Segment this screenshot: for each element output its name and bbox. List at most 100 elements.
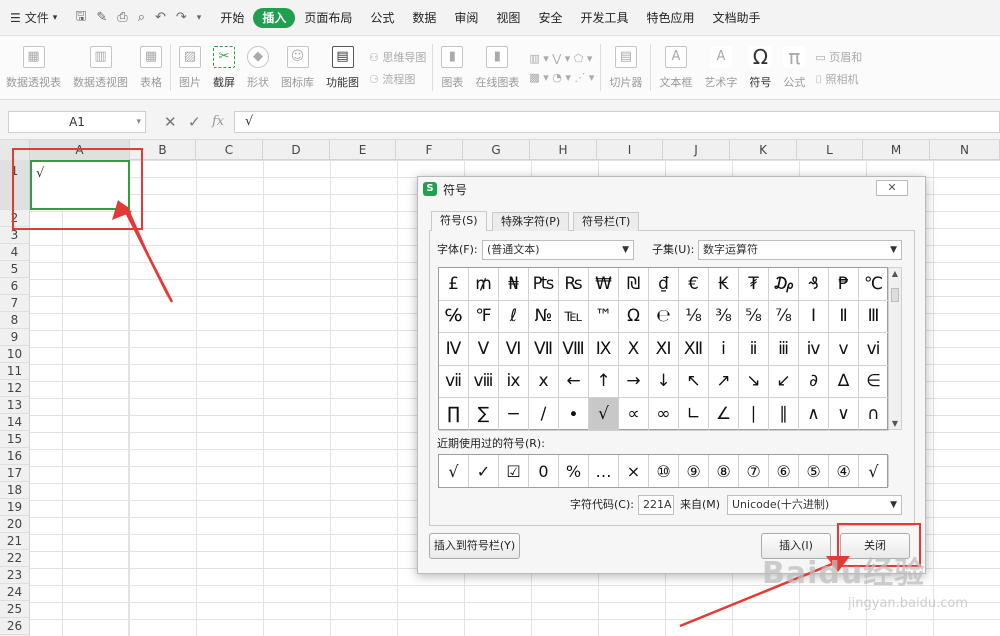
column-header-b[interactable]: B [130, 140, 196, 160]
symbol-cell[interactable]: ₫ [649, 268, 679, 301]
tab-10[interactable]: 文档助手 [703, 8, 769, 28]
symbol-cell[interactable]: ∟ [679, 398, 709, 431]
symbol-cell[interactable]: Ⅲ [859, 300, 889, 333]
symbol-cell[interactable]: ₯ [769, 268, 799, 301]
symbol-cell[interactable]: ℅ [439, 300, 469, 333]
symbol-cell[interactable]: ⅝ [739, 300, 769, 333]
recent-symbol-cell[interactable]: ⑩ [649, 455, 679, 487]
tab-4[interactable]: 数据 [403, 8, 445, 28]
row-header-11[interactable]: 11 [0, 363, 29, 380]
print-icon[interactable]: ⎙ [117, 10, 127, 25]
symbol-cell[interactable]: ↑ [589, 365, 619, 398]
column-header-k[interactable]: K [730, 140, 797, 160]
column-header-h[interactable]: H [530, 140, 597, 160]
symbol-cell[interactable]: Ⅸ [589, 333, 619, 366]
symbol-cell[interactable]: ₭ [709, 268, 739, 301]
header-footer-button[interactable]: ▭ 页眉和 [815, 49, 862, 65]
tab-2[interactable]: 页面布局 [295, 8, 361, 28]
symbol-cell[interactable]: ⅛ [679, 300, 709, 333]
equation-button[interactable]: π 公式 [777, 36, 811, 99]
symbol-cell[interactable]: ∧ [799, 398, 829, 431]
scroll-thumb[interactable] [891, 288, 899, 302]
row-header-25[interactable]: 25 [0, 601, 29, 618]
textbox-button[interactable]: A 文本框 [653, 36, 698, 99]
symbol-cell[interactable]: ↗ [709, 365, 739, 398]
slicer-button[interactable]: ▤ 切片器 [603, 36, 648, 99]
insert-to-symbol-bar-button[interactable]: 插入到符号栏(Y) [429, 533, 520, 559]
symbol-cell[interactable]: Ω [619, 300, 649, 333]
symbol-cell[interactable]: № [529, 300, 559, 333]
symbol-cell[interactable]: ₱ [829, 268, 859, 301]
row-header-16[interactable]: 16 [0, 448, 29, 465]
symbol-cell[interactable]: Ⅷ [559, 333, 589, 366]
fx-icon[interactable]: fx [212, 111, 224, 133]
column-chart-icon[interactable]: ▥ ▾ ⋁ ▾ ⬠ ▾ [529, 52, 594, 65]
tab-7[interactable]: 安全 [529, 8, 571, 28]
symbol-cell[interactable]: ℮ [649, 300, 679, 333]
row-header-21[interactable]: 21 [0, 533, 29, 550]
row-header-13[interactable]: 13 [0, 397, 29, 414]
online-chart-button[interactable]: ▮ 在线图表 [469, 36, 525, 99]
symbol-cell[interactable]: € [679, 268, 709, 301]
symbol-cell[interactable]: ∆ [829, 365, 859, 398]
column-header-e[interactable]: E [330, 140, 396, 160]
symbol-cell[interactable]: ₦ [499, 268, 529, 301]
symbol-cell[interactable]: Ⅵ [499, 333, 529, 366]
camera-button[interactable]: ⌷ 照相机 [815, 71, 862, 87]
row-header-26[interactable]: 26 [0, 618, 29, 635]
symbol-cell[interactable]: ⅜ [709, 300, 739, 333]
symbol-cell[interactable]: Ⅱ [829, 300, 859, 333]
row-header-15[interactable]: 15 [0, 431, 29, 448]
symbol-cell[interactable]: ⅶ [439, 365, 469, 398]
cell-a1[interactable]: √ [30, 160, 130, 210]
print-preview-icon[interactable]: ⌕ [138, 10, 145, 25]
column-header-l[interactable]: L [797, 140, 863, 160]
mindmap-button[interactable]: ⚇ 思维导图 [369, 49, 426, 65]
symbol-cell[interactable]: ₮ [739, 268, 769, 301]
symbol-cell[interactable]: Ⅹ [619, 333, 649, 366]
symbol-button[interactable]: Ω 符号 [743, 36, 777, 99]
row-header-10[interactable]: 10 [0, 346, 29, 363]
save-icon[interactable]: 🖫 [75, 7, 86, 29]
column-header-n[interactable]: N [930, 140, 1000, 160]
row-header-5[interactable]: 5 [0, 261, 29, 278]
column-header-m[interactable]: M [863, 140, 930, 160]
symbol-cell[interactable]: ∑ [469, 398, 499, 431]
row-header-20[interactable]: 20 [0, 516, 29, 533]
char-code-input[interactable]: 221A [638, 495, 674, 515]
row-header-12[interactable]: 12 [0, 380, 29, 397]
close-button[interactable]: 关闭 [840, 533, 910, 559]
recent-symbol-cell[interactable]: ✓ [469, 455, 499, 487]
symbol-cell[interactable]: ⅰ [709, 333, 739, 366]
symbol-cell[interactable]: ↘ [739, 365, 769, 398]
pie-chart-icon[interactable]: ▩ ▾ ◔ ▾ ⋰ ▾ [529, 71, 594, 84]
row-header-4[interactable]: 4 [0, 244, 29, 261]
screenshot-button[interactable]: ✂ 截屏 [207, 36, 241, 99]
scroll-up-icon[interactable]: ▲ [889, 269, 901, 278]
scroll-down-icon[interactable]: ▼ [889, 419, 901, 428]
customize-icon[interactable]: ▾ [197, 13, 202, 23]
dialog-close-icon[interactable]: ✕ [876, 180, 908, 196]
recent-symbol-cell[interactable]: √ [439, 455, 469, 487]
symbol-cell[interactable]: ⅵ [859, 333, 889, 366]
pivot-chart-button[interactable]: ▥ 数据透视图 [67, 36, 134, 99]
symbol-cell[interactable]: ℃ [859, 268, 889, 301]
symbol-cell[interactable]: ← [559, 365, 589, 398]
symbol-cell[interactable]: ∏ [439, 398, 469, 431]
row-header-22[interactable]: 22 [0, 550, 29, 567]
tab-3[interactable]: 公式 [361, 8, 403, 28]
symbol-cell[interactable]: ∈ [859, 365, 889, 398]
recent-symbol-cell[interactable]: % [559, 455, 589, 487]
recent-symbol-cell[interactable]: 0 [529, 455, 559, 487]
tab-special-characters[interactable]: 特殊字符(P) [492, 212, 570, 231]
chart-button[interactable]: ▮ 图表 [435, 36, 469, 99]
row-header-24[interactable]: 24 [0, 584, 29, 601]
column-header-a[interactable]: A [30, 140, 130, 160]
recent-symbol-cell[interactable]: ⑦ [739, 455, 769, 487]
name-box[interactable]: A1 ▾ [8, 111, 146, 133]
formula-input[interactable]: √ [234, 111, 1000, 133]
function-chart-button[interactable]: ▤ 功能图 [320, 36, 365, 99]
check-icon[interactable]: ✓ [188, 111, 201, 133]
tab-0[interactable]: 开始 [211, 8, 253, 28]
symbol-cell[interactable]: Ⅺ [649, 333, 679, 366]
